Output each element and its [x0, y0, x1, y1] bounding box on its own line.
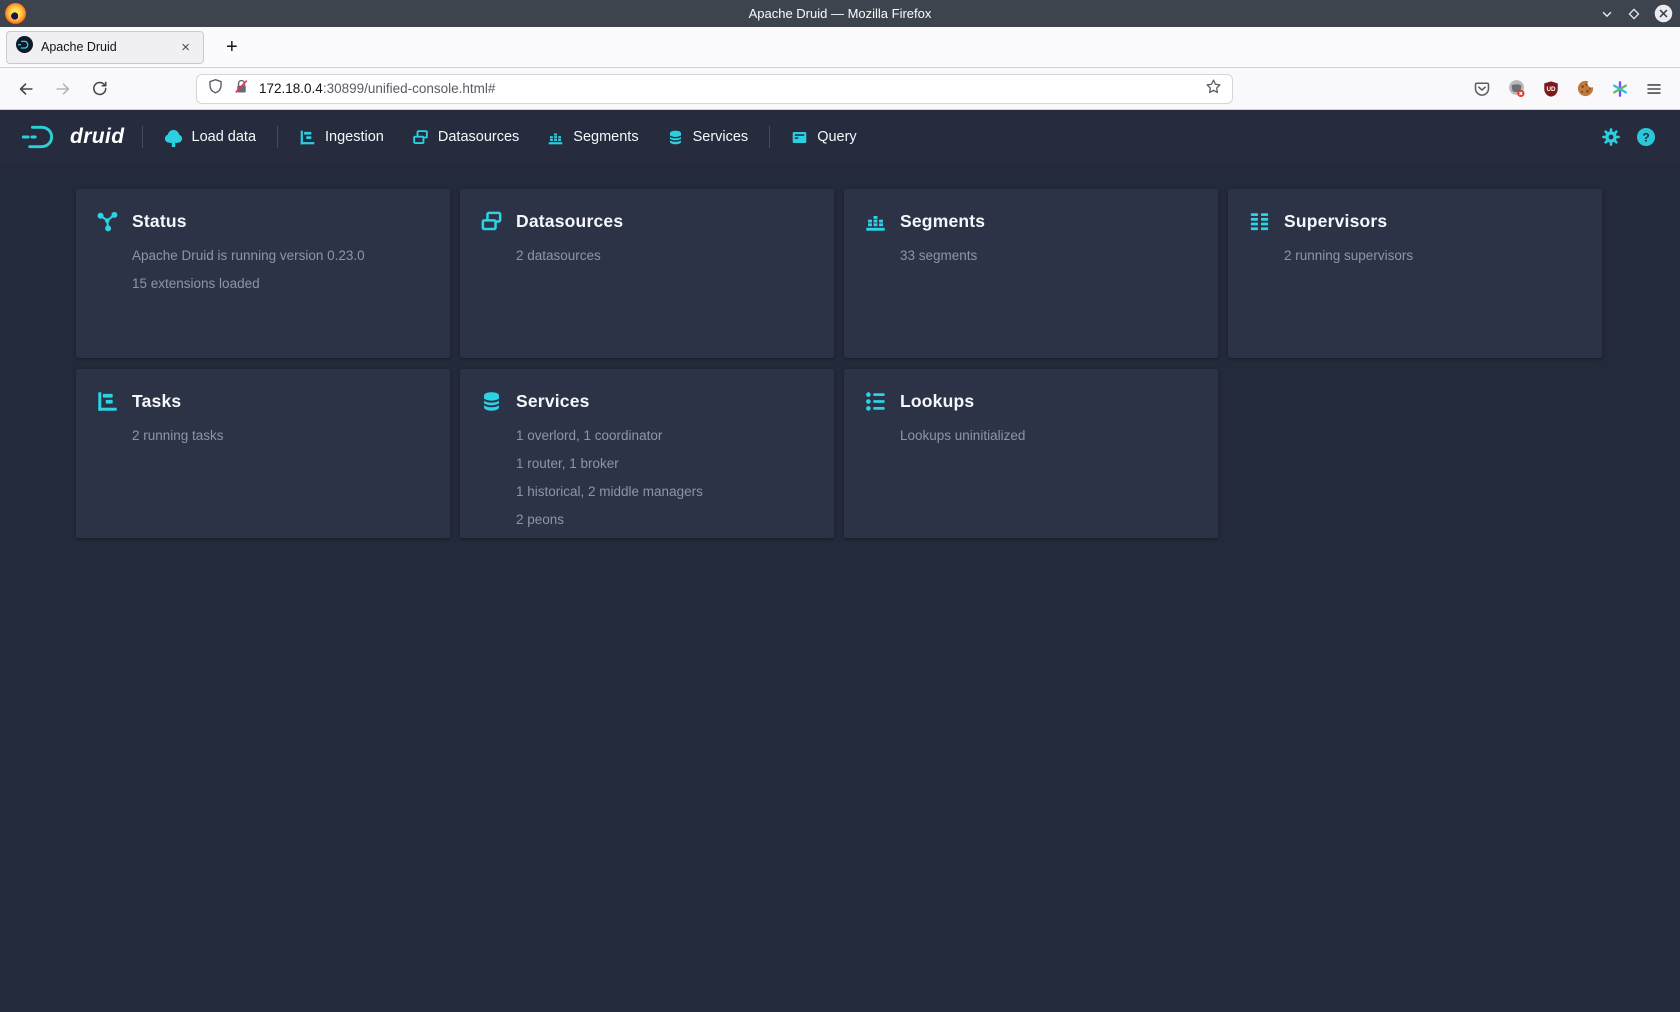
nav-item-label: Services	[693, 129, 749, 145]
card-title: Segments	[900, 211, 985, 232]
card-tasks[interactable]: Tasks 2 running tasks	[76, 369, 450, 538]
graph-icon	[96, 210, 119, 233]
settings-gear-icon[interactable]	[1601, 127, 1621, 147]
tab-bar: Apache Druid × +	[0, 27, 1680, 68]
nav-item-query[interactable]: Query	[777, 110, 871, 164]
card-status[interactable]: Status Apache Druid is running version 0…	[76, 189, 450, 358]
card-line: 2 running tasks	[132, 422, 430, 450]
insecure-lock-icon[interactable]	[233, 78, 250, 100]
privacy-extension-icon[interactable]	[1507, 79, 1526, 98]
nav-item-load-data[interactable]: Load data	[150, 110, 271, 164]
tab-favicon-druid-icon	[16, 36, 33, 58]
gantt-chart-icon	[299, 129, 316, 146]
nav-item-segments[interactable]: Segments	[533, 110, 652, 164]
window-titlebar: Apache Druid — Mozilla Firefox	[0, 0, 1680, 27]
card-line: 2 datasources	[516, 242, 814, 270]
window-title: Apache Druid — Mozilla Firefox	[749, 6, 932, 21]
multi-select-icon	[480, 210, 503, 233]
tab-close-icon[interactable]: ×	[177, 39, 194, 56]
card-line: 2 running supervisors	[1284, 242, 1582, 270]
url-bar[interactable]: 172.18.0.4:30899/unified-console.html#	[196, 74, 1233, 104]
window-shade-icon[interactable]	[1600, 7, 1614, 21]
reload-button[interactable]	[91, 80, 108, 97]
card-line: Apache Druid is running version 0.23.0	[132, 242, 430, 270]
cloud-upload-icon	[164, 128, 183, 147]
gantt-chart-icon	[96, 390, 119, 413]
cookie-extension-icon[interactable]	[1576, 79, 1595, 98]
menu-hamburger-icon[interactable]	[1645, 80, 1663, 98]
nav-item-datasources[interactable]: Datasources	[398, 110, 533, 164]
properties-icon	[864, 390, 887, 413]
card-line: 1 overlord, 1 coordinator	[516, 422, 814, 450]
url-text[interactable]: 172.18.0.4:30899/unified-console.html#	[259, 81, 1196, 96]
card-title: Datasources	[516, 211, 623, 232]
window-maximize-icon[interactable]	[1627, 7, 1641, 21]
nav-item-ingestion[interactable]: Ingestion	[285, 110, 398, 164]
pocket-icon[interactable]	[1473, 80, 1491, 98]
browser-toolbar: 172.18.0.4:30899/unified-console.html# U…	[0, 68, 1680, 110]
card-services[interactable]: Services 1 overlord, 1 coordinator 1 rou…	[460, 369, 834, 538]
nav-item-label: Segments	[573, 129, 638, 145]
card-lookups[interactable]: Lookups Lookups uninitialized	[844, 369, 1218, 538]
home-view: Status Apache Druid is running version 0…	[0, 164, 1680, 1012]
card-title: Status	[132, 211, 187, 232]
bar-chart-icon	[864, 210, 887, 233]
nav-item-label: Load data	[192, 129, 257, 145]
url-host: 172.18.0.4	[259, 81, 323, 96]
tab-title: Apache Druid	[41, 40, 169, 54]
database-icon	[667, 129, 684, 146]
card-title: Supervisors	[1284, 211, 1387, 232]
druid-logo[interactable]: druid	[16, 123, 135, 151]
nav-item-label: Datasources	[438, 129, 519, 145]
navbar-divider	[769, 126, 770, 148]
ublock-shield-icon[interactable]: UD	[1542, 80, 1560, 98]
card-title: Services	[516, 391, 590, 412]
navbar-divider	[142, 126, 143, 148]
nav-item-label: Query	[817, 129, 857, 145]
new-tab-button[interactable]: +	[220, 37, 244, 57]
firefox-logo-icon	[5, 3, 26, 24]
druid-brand-text: druid	[70, 125, 125, 149]
multi-select-icon	[412, 129, 429, 146]
bookmark-star-icon[interactable]	[1205, 78, 1222, 100]
card-line: 1 historical, 2 middle managers	[516, 478, 814, 506]
nav-item-label: Ingestion	[325, 129, 384, 145]
console-icon	[791, 129, 808, 146]
asterisk-extension-icon[interactable]	[1611, 80, 1629, 98]
bar-chart-icon	[547, 129, 564, 146]
card-title: Lookups	[900, 391, 974, 412]
card-line: 2 peons	[516, 506, 814, 534]
card-line: 15 extensions loaded	[132, 270, 430, 298]
druid-logo-icon	[18, 123, 62, 151]
back-button[interactable]	[17, 80, 35, 98]
database-icon	[480, 390, 503, 413]
card-line: 1 router, 1 broker	[516, 450, 814, 478]
card-line: Lookups uninitialized	[900, 422, 1198, 450]
druid-navbar: druid Load data Ingestion Datasources Se…	[0, 110, 1680, 164]
card-title: Tasks	[132, 391, 181, 412]
nav-item-services[interactable]: Services	[653, 110, 763, 164]
forward-button[interactable]	[54, 80, 72, 98]
list-columns-icon	[1248, 210, 1271, 233]
help-icon[interactable]: ?	[1636, 127, 1656, 147]
card-line: 33 segments	[900, 242, 1198, 270]
card-supervisors[interactable]: Supervisors 2 running supervisors	[1228, 189, 1602, 358]
window-close-icon[interactable]	[1654, 4, 1673, 23]
tracking-shield-icon[interactable]	[207, 78, 224, 100]
tab-apache-druid[interactable]: Apache Druid ×	[6, 31, 204, 64]
url-path: :30899/unified-console.html#	[323, 81, 496, 96]
navbar-divider	[277, 126, 278, 148]
card-datasources[interactable]: Datasources 2 datasources	[460, 189, 834, 358]
svg-text:?: ?	[1642, 130, 1649, 144]
svg-text:UD: UD	[1546, 86, 1556, 93]
card-segments[interactable]: Segments 33 segments	[844, 189, 1218, 358]
